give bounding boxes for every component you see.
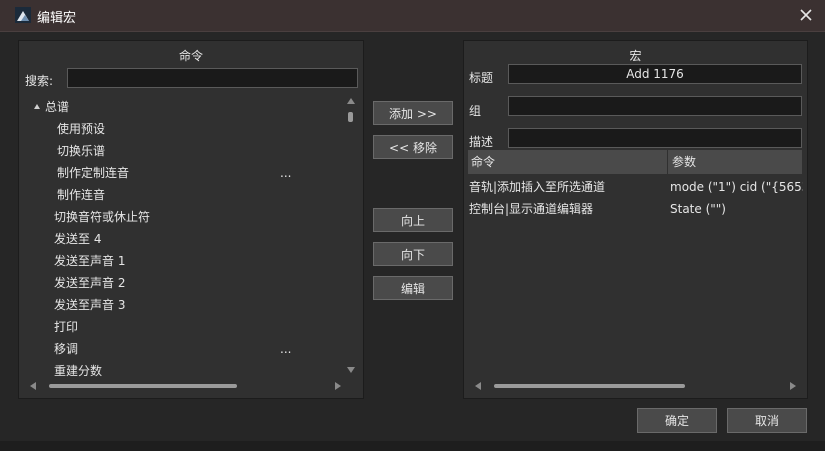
ok-button[interactable]: 确定 bbox=[637, 408, 717, 433]
tree-item-label: 打印 bbox=[54, 320, 79, 334]
group-label: 组 bbox=[469, 104, 482, 118]
scroll-thumb[interactable] bbox=[49, 384, 237, 388]
row-command: 控制台|显示通道编辑器 bbox=[469, 202, 594, 216]
tree-item[interactable]: 移调 ... bbox=[54, 338, 334, 360]
tree-item[interactable]: 切换乐谱 bbox=[57, 140, 105, 162]
scroll-left-icon[interactable] bbox=[475, 382, 481, 390]
macro-grid-row[interactable]: 控制台|显示通道编辑器 State ("") bbox=[468, 198, 802, 220]
tree-item[interactable]: 制作连音 bbox=[57, 184, 105, 206]
search-input[interactable] bbox=[67, 68, 358, 88]
column-header-params[interactable]: 参数 bbox=[669, 150, 802, 174]
tree-item-label: 制作定制连音 bbox=[57, 166, 130, 180]
tree-item[interactable]: 发送至声音 1 bbox=[54, 250, 125, 272]
command-tree: 总谱 使用预设 切换乐谱 制作定制连音 ... 制作连音 切换音符或休止符 发送… bbox=[23, 96, 343, 380]
title-bar: 编辑宏 bbox=[0, 0, 825, 32]
move-down-button[interactable]: 向下 bbox=[373, 242, 453, 266]
scroll-right-icon[interactable] bbox=[790, 382, 796, 390]
tree-item[interactable]: 发送至 4 bbox=[54, 228, 101, 250]
title-label: 标题 bbox=[469, 71, 494, 85]
commands-panel: 命令 搜索: 总谱 使用预设 切换乐谱 制作定制连音 ... 制作连音 切换音符… bbox=[18, 40, 364, 399]
scroll-down-icon[interactable] bbox=[347, 367, 355, 373]
remove-button[interactable]: << 移除 bbox=[373, 135, 453, 159]
macro-panel-title: 宏 bbox=[629, 49, 642, 63]
tree-item-label: 制作连音 bbox=[57, 188, 106, 202]
tree-horizontal-scrollbar[interactable] bbox=[27, 380, 345, 392]
tree-item[interactable]: 发送至声音 3 bbox=[54, 294, 125, 316]
expand-arrow-icon[interactable] bbox=[34, 104, 40, 109]
tree-vertical-scrollbar[interactable] bbox=[345, 97, 357, 375]
macro-panel: 宏 标题 组 描述 命令 参数 音轨|添加插入至所选通道 mode ("1") … bbox=[463, 40, 808, 399]
macro-description-input[interactable] bbox=[508, 128, 802, 148]
tree-item-label: 发送至 4 bbox=[54, 232, 102, 246]
tree-item-label: 切换乐谱 bbox=[57, 144, 106, 158]
tree-item-label: 移调 bbox=[54, 342, 79, 356]
tree-item-label: 总谱 bbox=[45, 100, 70, 114]
column-header-command[interactable]: 命令 bbox=[468, 150, 668, 174]
commands-panel-title: 命令 bbox=[178, 49, 203, 63]
tree-item[interactable]: 发送至声音 2 bbox=[54, 272, 125, 294]
tree-item[interactable]: 打印 bbox=[54, 316, 78, 338]
scroll-up-icon[interactable] bbox=[347, 98, 355, 104]
macro-grid-horizontal-scrollbar[interactable] bbox=[470, 380, 800, 392]
cancel-button[interactable]: 取消 bbox=[727, 408, 807, 433]
row-params: State ("") bbox=[670, 202, 726, 216]
macro-group-input[interactable] bbox=[508, 96, 802, 116]
tree-item-label: 发送至声音 2 bbox=[54, 276, 126, 290]
window-title: 编辑宏 bbox=[37, 11, 77, 26]
scroll-right-icon[interactable] bbox=[335, 382, 341, 390]
description-label: 描述 bbox=[469, 135, 494, 149]
macro-title-input[interactable] bbox=[508, 64, 802, 84]
row-params: mode ("1") cid ("{565354 bbox=[670, 180, 803, 194]
tree-item-label: 重建分数 bbox=[54, 364, 103, 378]
macro-grid-row[interactable]: 音轨|添加插入至所选通道 mode ("1") cid ("{565354 bbox=[468, 176, 803, 198]
scroll-left-icon[interactable] bbox=[30, 382, 36, 390]
scroll-thumb[interactable] bbox=[494, 384, 685, 388]
tree-item-label: 使用预设 bbox=[57, 122, 106, 136]
tree-item[interactable]: 重建分数 bbox=[54, 360, 102, 380]
tree-item[interactable]: 使用预设 bbox=[57, 118, 105, 140]
window-bottom-edge bbox=[0, 441, 825, 451]
more-indicator: ... bbox=[280, 166, 292, 180]
app-icon bbox=[15, 7, 31, 23]
add-button[interactable]: 添加 >> bbox=[373, 101, 453, 125]
scroll-thumb[interactable] bbox=[348, 112, 353, 122]
row-command: 音轨|添加插入至所选通道 bbox=[469, 180, 606, 194]
more-indicator: ... bbox=[280, 342, 292, 356]
edit-button[interactable]: 编辑 bbox=[373, 276, 453, 300]
tree-item[interactable]: 制作定制连音 ... bbox=[57, 162, 337, 184]
tree-item[interactable]: 切换音符或休止符 bbox=[54, 206, 150, 228]
tree-item-label: 发送至声音 1 bbox=[54, 254, 126, 268]
move-up-button[interactable]: 向上 bbox=[373, 208, 453, 232]
tree-item-score[interactable]: 总谱 bbox=[23, 96, 323, 118]
tree-item-label: 发送至声音 3 bbox=[54, 298, 126, 312]
close-icon[interactable] bbox=[795, 4, 817, 26]
tree-item-label: 切换音符或休止符 bbox=[54, 210, 151, 224]
macro-grid-header: 命令 参数 bbox=[468, 150, 802, 174]
search-label: 搜索: bbox=[25, 74, 54, 88]
